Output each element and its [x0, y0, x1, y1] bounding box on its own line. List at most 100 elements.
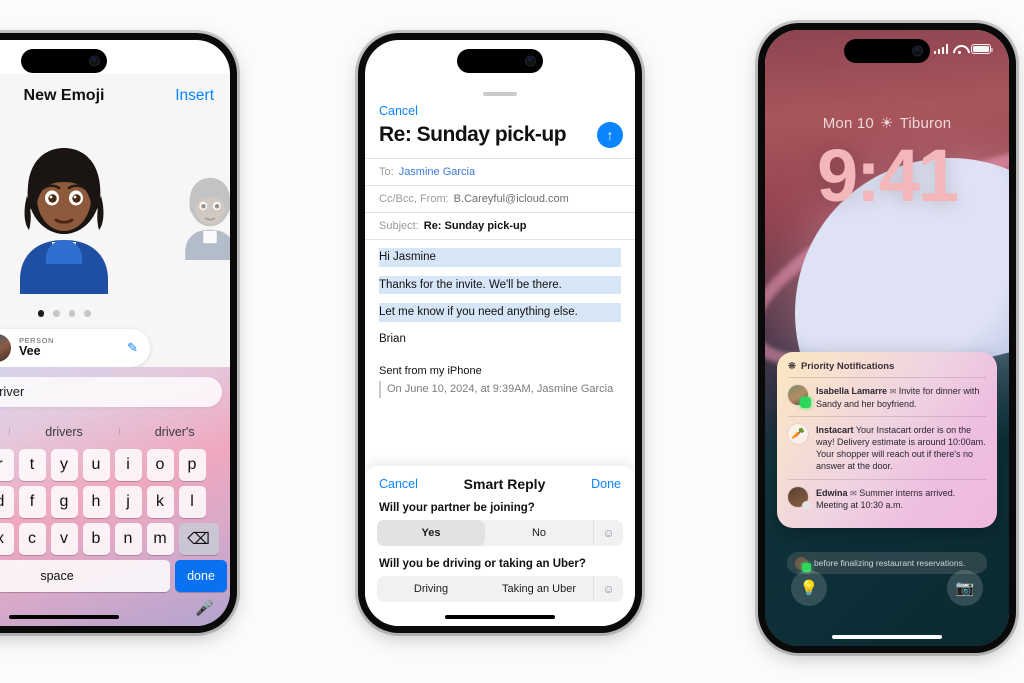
key-m[interactable]: m — [146, 522, 174, 555]
carousel-dots[interactable] — [37, 310, 91, 317]
key-c[interactable]: c — [18, 522, 46, 555]
key-k[interactable]: k — [146, 485, 174, 518]
smart-reply-title: Smart Reply — [463, 476, 546, 492]
option-no[interactable]: No — [485, 520, 593, 546]
body-signoff: Brian — [379, 333, 406, 346]
more-options-icon[interactable]: ☺ — [593, 576, 623, 602]
apple-intelligence-icon: ❊ — [788, 361, 796, 372]
space-key[interactable]: space — [0, 559, 170, 592]
camera-icon[interactable]: 📷 — [947, 570, 983, 606]
microphone-icon[interactable]: 🎤 — [195, 599, 214, 617]
notification-sender: Isabella Lamarre — [816, 386, 888, 396]
carousel-dot[interactable] — [68, 310, 75, 317]
status-indicators — [154, 53, 214, 65]
key-f[interactable]: f — [18, 485, 46, 518]
phone1-navbar: ancel New Emoji Insert — [0, 74, 230, 118]
flashlight-icon[interactable]: 💡 — [791, 570, 827, 606]
genmoji-prompt-input[interactable]: ✦ Race car driver — [0, 376, 222, 407]
more-options-icon[interactable]: ☺ — [593, 520, 623, 546]
wifi-icon — [579, 54, 592, 64]
genmoji-primary[interactable] — [0, 134, 128, 294]
field-label: Cc/Bcc, From: — [379, 193, 449, 205]
field-subject[interactable]: Subject: Re: Sunday pick-up — [365, 212, 635, 239]
keyboard-row-4: 123 space done — [0, 559, 230, 597]
genmoji-secondary[interactable] — [174, 168, 230, 262]
smart-reply-question: Will you be driving or taking an Uber? — [379, 558, 586, 570]
notification-item[interactable]: Isabella Lamarre ✉ Invite for dinner wit… — [788, 377, 986, 416]
pencil-icon[interactable]: ✎ — [127, 340, 138, 356]
compose-body[interactable]: Hi Jasmine Thanks for the invite. We'll … — [365, 239, 635, 359]
carousel-dot[interactable] — [53, 310, 60, 317]
suggestion-item[interactable]: "driver" — [0, 425, 9, 439]
smart-reply-cancel-button[interactable]: Cancel — [379, 477, 418, 491]
phone1-screen: 9:41 ancel New Emoji Insert — [0, 40, 230, 626]
carousel-dot[interactable] — [37, 310, 44, 317]
key-r[interactable]: r — [0, 448, 14, 481]
notification-item[interactable]: 🥕 Instacart Your Instacart order is on t… — [788, 415, 986, 479]
body-line: Thanks for the invite. We'll be there. — [379, 275, 621, 295]
smart-reply-options-2[interactable]: Driving Taking an Uber ☺ — [377, 576, 623, 602]
screenshot-stage: 9:41 ancel New Emoji Insert — [0, 0, 1024, 683]
key-y[interactable]: y — [50, 448, 78, 481]
send-arrow-icon[interactable]: ↑ — [597, 122, 623, 148]
front-camera-icon — [525, 55, 536, 67]
field-to[interactable]: To: Jasmine Garcia — [365, 158, 635, 185]
key-i[interactable]: i — [114, 448, 142, 481]
lock-clock: 9:41 — [816, 134, 959, 217]
compose-sheet: Cancel Re: Sunday pick-up ↑ To: Jasmine … — [365, 86, 635, 626]
key-n[interactable]: n — [114, 522, 142, 555]
insert-button[interactable]: Insert — [175, 87, 214, 105]
home-indicator[interactable] — [832, 635, 942, 639]
body-line: Let me know if you need anything else. — [379, 303, 621, 323]
smart-reply-done-button[interactable]: Done — [591, 477, 621, 491]
key-g[interactable]: g — [50, 485, 78, 518]
cellular-signal-icon — [559, 54, 574, 64]
smart-reply-options-1[interactable]: Yes No ☺ — [377, 520, 623, 546]
option-yes[interactable]: Yes — [377, 520, 485, 546]
home-indicator[interactable] — [445, 615, 555, 619]
key-p[interactable]: p — [178, 448, 206, 481]
battery-icon — [597, 53, 619, 65]
option-driving[interactable]: Driving — [377, 576, 485, 602]
keyboard-zone: ✦ Race car driver "driver" drivers drive… — [0, 366, 230, 626]
key-b[interactable]: b — [82, 522, 110, 555]
key-u[interactable]: u — [82, 448, 110, 481]
quoted-header: On June 10, 2024, at 9:39AM, Jasmine Gar… — [379, 381, 621, 398]
notification-text: Isabella Lamarre ✉ Invite for dinner wit… — [816, 385, 986, 410]
carousel-dot[interactable] — [84, 310, 91, 317]
genmoji-carousel[interactable] — [0, 130, 230, 308]
key-x[interactable]: x — [0, 522, 14, 555]
compose-cancel-button[interactable]: Cancel — [365, 96, 635, 118]
suggestion-item[interactable]: drivers — [8, 425, 120, 439]
priority-notifications-card[interactable]: ❊ Priority Notifications Isabella Lamarr… — [777, 352, 997, 529]
front-camera-icon — [89, 55, 100, 67]
wifi-icon — [174, 54, 187, 64]
person-name: Vee — [19, 344, 41, 359]
keyboard-row-1: w e r t y u i o p — [0, 448, 230, 486]
mail-icon: ✉ — [850, 488, 857, 498]
cellular-signal-icon — [154, 54, 169, 64]
key-l[interactable]: l — [178, 485, 206, 518]
contact-avatar — [788, 385, 811, 408]
notification-item[interactable]: Edwina ✉ Summer interns arrived. Meeting… — [788, 478, 986, 518]
key-v[interactable]: v — [50, 522, 78, 555]
suggestion-item[interactable]: driver's — [119, 425, 230, 439]
home-indicator[interactable] — [9, 615, 119, 619]
phone-mail: 9:41 Cancel Re: Sunday pick-up ↑ To: Jas… — [355, 30, 645, 636]
battery-icon — [192, 53, 214, 65]
smart-reply-header: Cancel Smart Reply Done — [365, 476, 635, 502]
suggestion-bar[interactable]: "driver" drivers driver's — [0, 415, 230, 449]
key-j[interactable]: j — [114, 485, 142, 518]
key-o[interactable]: o — [146, 448, 174, 481]
key-h[interactable]: h — [82, 485, 110, 518]
key-d[interactable]: d — [0, 485, 14, 518]
person-chip[interactable]: PERSON Vee ✎ — [0, 328, 150, 367]
dynamic-island — [457, 49, 543, 73]
field-cc-from[interactable]: Cc/Bcc, From: B.Careyful@icloud.com — [365, 185, 635, 212]
mail-icon: ✉ — [889, 387, 897, 396]
option-uber[interactable]: Taking an Uber — [485, 576, 593, 602]
key-t[interactable]: t — [18, 448, 46, 481]
backspace-key[interactable]: ⌫ — [178, 522, 219, 555]
app-badge-icon — [800, 397, 811, 408]
done-key[interactable]: done — [175, 559, 227, 592]
